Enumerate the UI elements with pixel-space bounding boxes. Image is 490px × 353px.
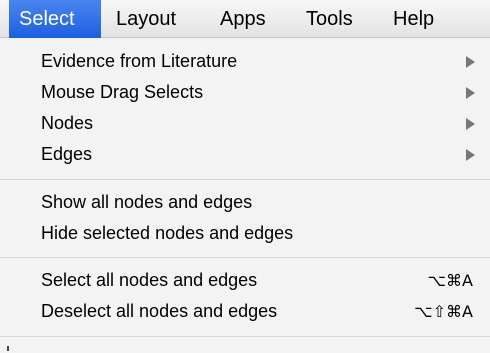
submenu-arrow-icon (466, 118, 475, 130)
menu-bar: Select Layout Apps Tools Help (0, 0, 490, 38)
menu-select[interactable]: Select (9, 0, 101, 38)
menu-item-deselect-all-nodes-and-edges[interactable]: Deselect all nodes and edges ⌥⇧⌘A (0, 296, 490, 327)
select-dropdown-menu: Evidence from Literature Mouse Drag Sele… (0, 38, 490, 353)
keyboard-shortcut: ⌥⌘A (427, 271, 473, 290)
menu-tools[interactable]: Tools (306, 0, 353, 38)
menu-item-label: Select all nodes and edges (41, 270, 258, 290)
menu-item-mouse-drag-selects[interactable]: Mouse Drag Selects (0, 77, 490, 108)
menu-item-label: Nodes (41, 113, 94, 133)
menu-item-label: Show all nodes and edges (41, 192, 253, 212)
menu-layout[interactable]: Layout (116, 0, 176, 38)
menu-help[interactable]: Help (393, 0, 434, 38)
menu-item-label: Mouse Drag Selects (41, 82, 204, 102)
submenu-arrow-icon (466, 87, 475, 99)
menu-apps[interactable]: Apps (220, 0, 266, 38)
menu-item-nodes[interactable]: Nodes (0, 108, 490, 139)
menu-item-show-all-nodes-and-edges[interactable]: Show all nodes and edges (0, 187, 490, 218)
menu-item-label: Evidence from Literature (41, 51, 238, 71)
menu-item-select-all-nodes-and-edges[interactable]: Select all nodes and edges ⌥⌘A (0, 265, 490, 296)
menu-item-label: Hide selected nodes and edges (41, 223, 294, 243)
menu-item-label: Deselect all nodes and edges (41, 301, 278, 321)
menu-separator (0, 257, 490, 258)
menu-separator (0, 179, 490, 180)
submenu-arrow-icon (466, 56, 475, 68)
menu-separator (0, 336, 490, 337)
menu-item-hide-selected-nodes-and-edges[interactable]: Hide selected nodes and edges (0, 218, 490, 249)
window-edge-marker (7, 346, 9, 351)
menu-item-label: Edges (41, 144, 93, 164)
menu-item-edges[interactable]: Edges (0, 139, 490, 170)
menu-item-evidence-from-literature[interactable]: Evidence from Literature (0, 46, 490, 77)
submenu-arrow-icon (466, 149, 475, 161)
keyboard-shortcut: ⌥⇧⌘A (414, 302, 473, 321)
